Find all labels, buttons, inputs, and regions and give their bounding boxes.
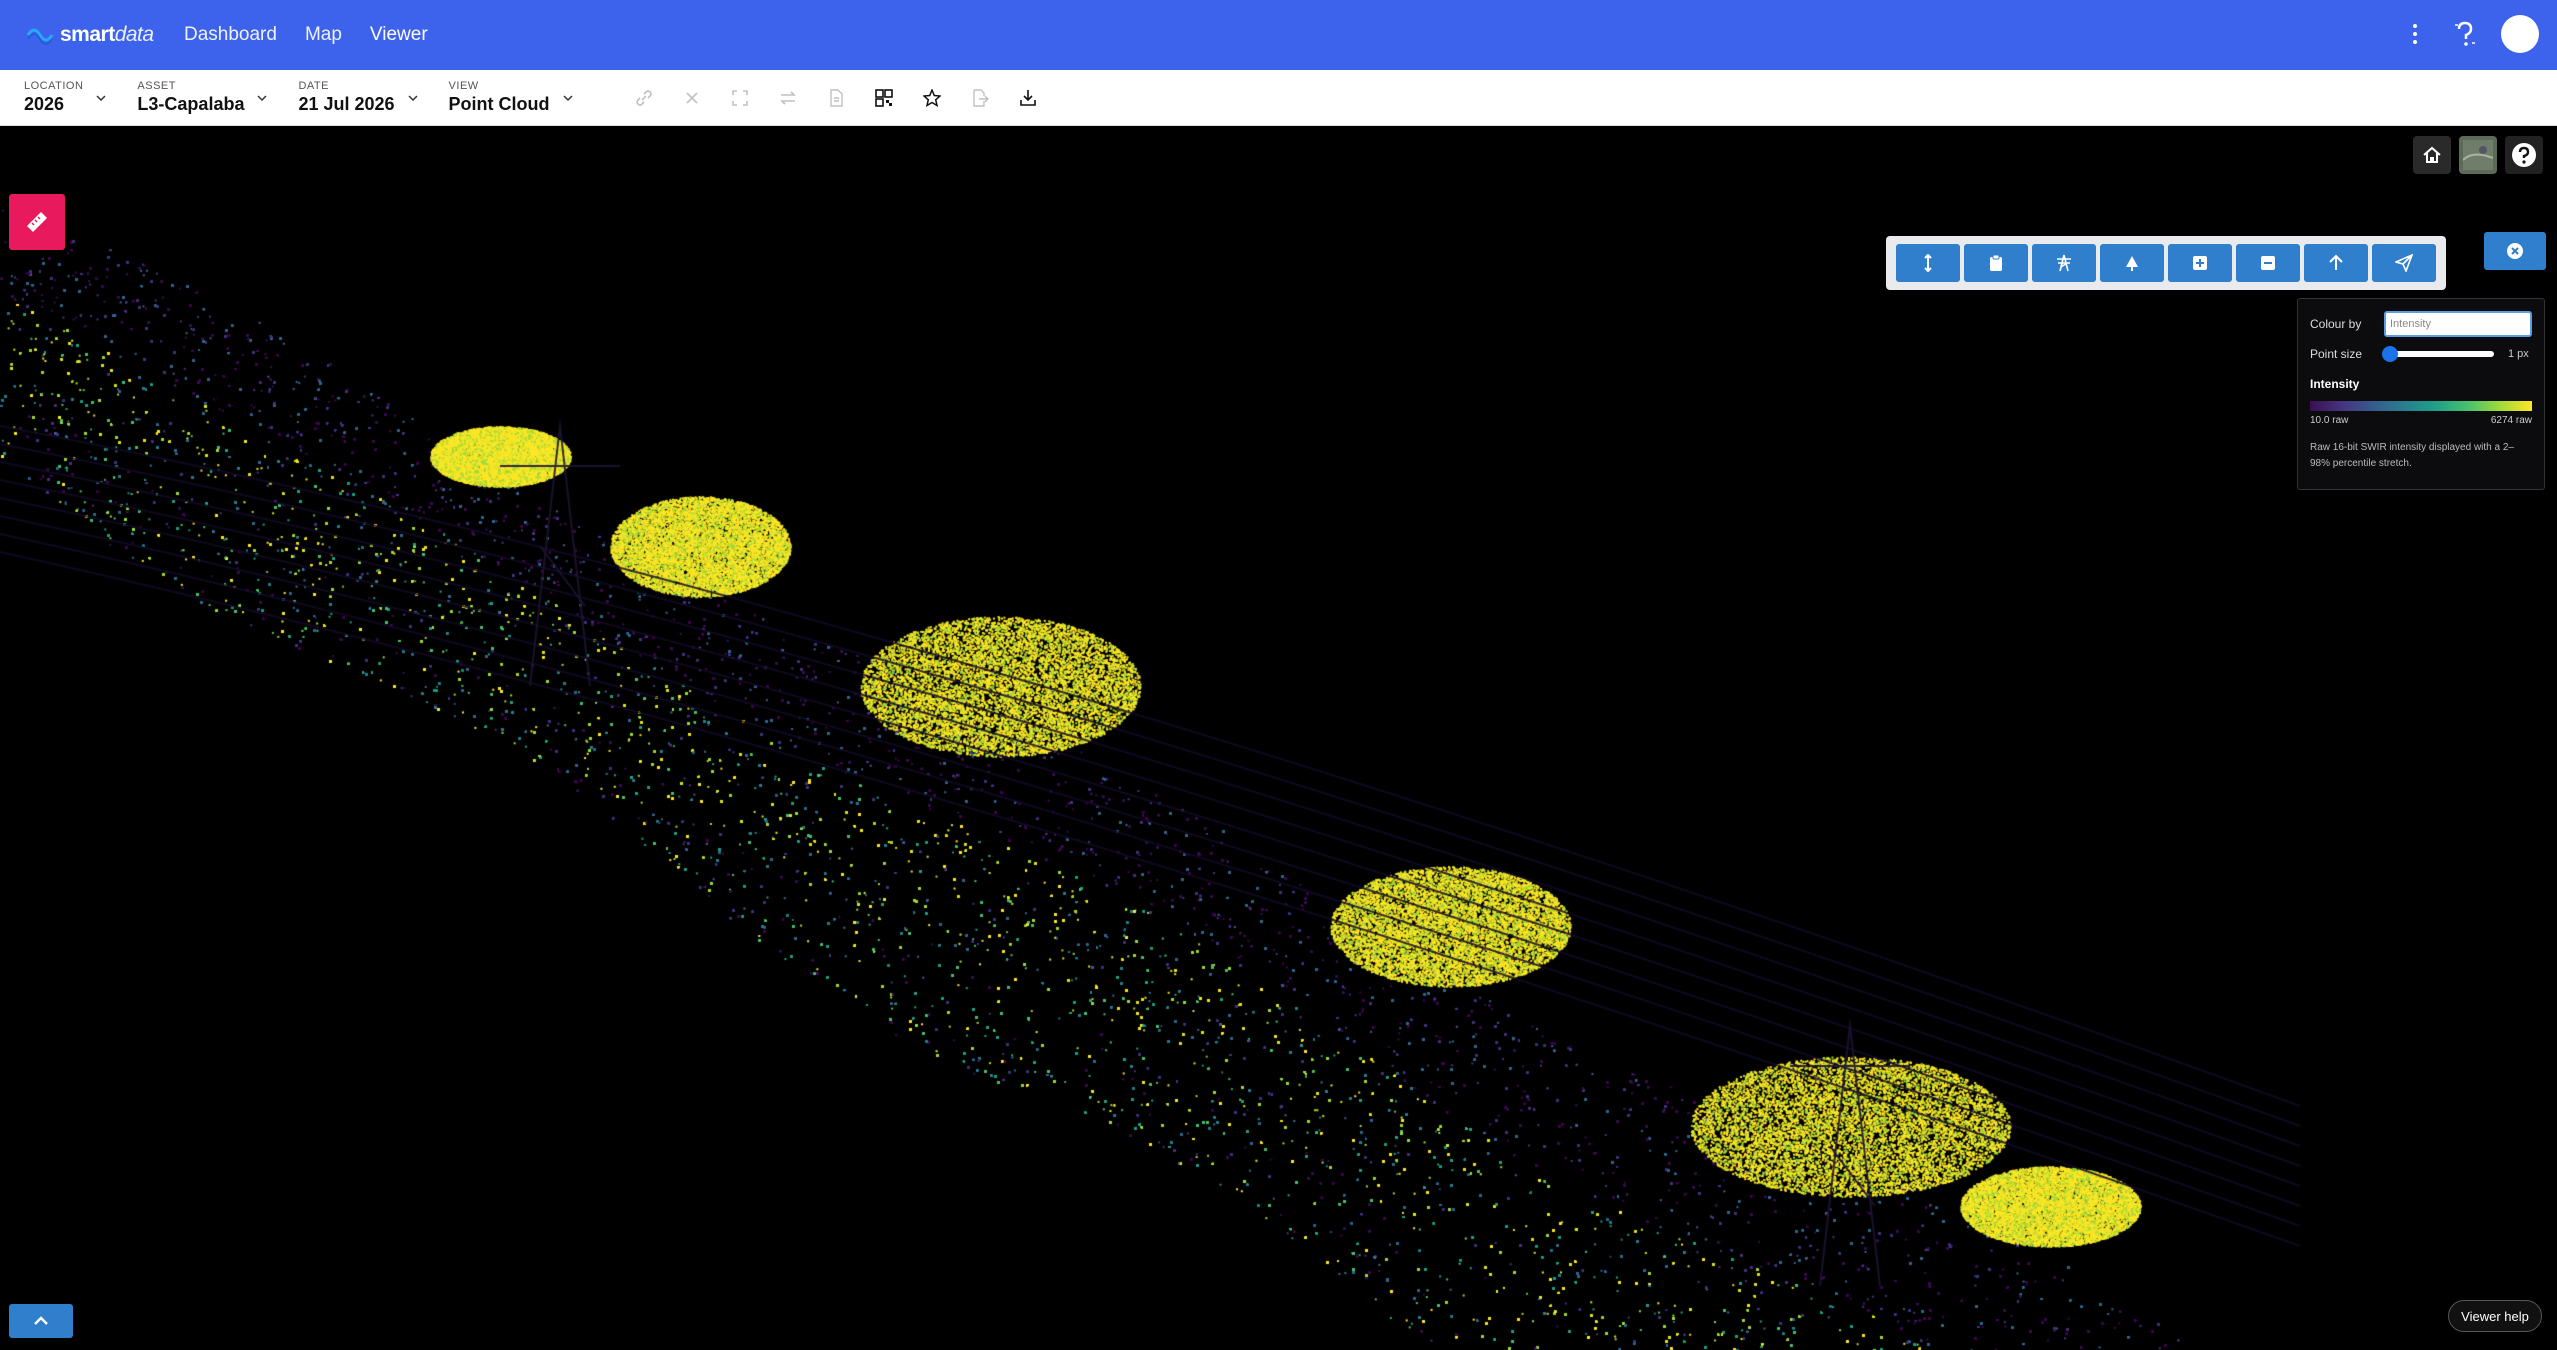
- chevron-up-icon: [34, 1316, 48, 1325]
- asset-value: L3-Capalaba: [137, 94, 245, 114]
- link-icon: [635, 89, 652, 106]
- header-tools: [620, 78, 1052, 118]
- point-cloud-canvas[interactable]: [0, 126, 2557, 1350]
- add-box-button[interactable]: [2168, 244, 2232, 282]
- basemap-toggle-button[interactable]: [2459, 136, 2497, 174]
- point-size-label: Point size: [2310, 347, 2363, 361]
- nav-viewer[interactable]: Viewer: [370, 24, 428, 46]
- app-header: smartdata Dashboard Map Viewer: [0, 0, 2557, 70]
- display-settings-panel: Colour by Intensity Point size 1 px Inte…: [2297, 298, 2545, 490]
- document-icon: [829, 88, 843, 107]
- question-circle-icon: [2512, 143, 2536, 167]
- map-thumbnail-icon: [2463, 140, 2493, 170]
- height-measure-button[interactable]: [1896, 244, 1960, 282]
- app-logo[interactable]: smartdata: [26, 23, 176, 47]
- colour-by-select[interactable]: Intensity: [2384, 311, 2532, 337]
- point-size-row: Point size 1 px: [2310, 339, 2532, 369]
- tree-icon: [2126, 256, 2138, 271]
- viewer-toolbar: [1886, 236, 2446, 290]
- logo-text: smartdata: [60, 23, 154, 46]
- chevron-down-icon: [408, 94, 418, 101]
- add-box-icon: [2193, 256, 2207, 270]
- viewer-corner-controls: [2405, 136, 2543, 174]
- viewer-help-icon-button[interactable]: [2505, 136, 2543, 174]
- ruler-icon: [27, 212, 47, 232]
- height-measure-icon: [1924, 254, 1932, 272]
- date-caption: DATE: [298, 80, 329, 92]
- report-button[interactable]: [812, 78, 860, 118]
- expand-icon: [731, 89, 748, 106]
- export-button[interactable]: [956, 78, 1004, 118]
- view-caption: VIEW: [448, 80, 479, 92]
- compare-button[interactable]: [764, 78, 812, 118]
- qr-code-icon: [874, 88, 893, 107]
- link-button[interactable]: [620, 78, 668, 118]
- export-icon: [972, 88, 989, 107]
- clipboard-button[interactable]: [1964, 244, 2028, 282]
- header-actions: [2405, 14, 2539, 54]
- fullscreen-button[interactable]: [716, 78, 764, 118]
- date-value: 21 Jul 2026: [298, 94, 395, 114]
- point-size-value: 1 px: [2508, 348, 2529, 360]
- chevron-down-icon: [96, 94, 106, 101]
- view-value: Point Cloud: [448, 94, 550, 114]
- remove-box-icon: [2261, 256, 2275, 270]
- arrow-up-button[interactable]: [2304, 244, 2368, 282]
- chevron-down-icon: [257, 94, 267, 101]
- location-select[interactable]: LOCATION 2026: [24, 70, 113, 126]
- context-bar: LOCATION 2026 ASSET L3-Capalaba DATE 21 …: [0, 70, 2557, 126]
- view-select[interactable]: VIEW Point Cloud: [449, 70, 580, 126]
- more-menu-icon[interactable]: [2405, 14, 2425, 54]
- location-caption: LOCATION: [24, 80, 84, 92]
- intensity-colour-ramp: [2310, 401, 2532, 411]
- swap-icon: [779, 90, 796, 105]
- vegetation-button[interactable]: [2100, 244, 2164, 282]
- slider-knob[interactable]: [2382, 346, 2398, 362]
- remove-box-button[interactable]: [2236, 244, 2300, 282]
- arrow-up-icon: [2329, 254, 2343, 270]
- viewer-help-button[interactable]: Viewer help: [2448, 1300, 2542, 1332]
- legend-description: Raw 16-bit SWIR intensity displayed with…: [2310, 442, 2514, 469]
- close-icon: [685, 91, 698, 104]
- expand-drawer-button[interactable]: [9, 1304, 73, 1338]
- download-icon: [1019, 89, 1036, 106]
- clipboard-icon: [1990, 254, 2002, 271]
- point-cloud-viewer[interactable]: Colour by Intensity Point size 1 px Inte…: [0, 126, 2557, 1350]
- close-circle-icon: [2507, 243, 2523, 259]
- asset-caption: ASSET: [137, 80, 176, 92]
- user-avatar[interactable]: [2501, 15, 2539, 53]
- measurement-badge[interactable]: [9, 194, 65, 250]
- clear-button[interactable]: [668, 78, 716, 118]
- download-button[interactable]: [1004, 78, 1052, 118]
- nav-map[interactable]: Map: [305, 24, 342, 46]
- main-nav: Dashboard Map Viewer: [184, 24, 456, 46]
- nav-dashboard[interactable]: Dashboard: [184, 24, 277, 46]
- star-icon: [922, 88, 941, 107]
- tower-button[interactable]: [2032, 244, 2096, 282]
- chevron-down-icon: [563, 94, 573, 101]
- colour-by-label: Colour by: [2310, 317, 2362, 331]
- logo-mark-icon: [26, 28, 54, 45]
- close-panel-button[interactable]: [2484, 232, 2546, 270]
- send-icon: [2395, 254, 2413, 272]
- date-select[interactable]: DATE 21 Jul 2026: [298, 70, 424, 126]
- point-size-slider[interactable]: [2382, 346, 2494, 362]
- legend-max: 6274 raw: [2490, 415, 2532, 426]
- tower-icon: [2057, 254, 2071, 272]
- asset-select[interactable]: ASSET L3-Capalaba: [137, 70, 274, 126]
- help-icon[interactable]: [2451, 14, 2479, 54]
- legend-range: 10.0 raw 6274 raw: [2310, 415, 2532, 426]
- colour-by-row: Colour by Intensity: [2310, 309, 2532, 339]
- legend-title: Intensity: [2310, 377, 2360, 391]
- qr-code-button[interactable]: [860, 78, 908, 118]
- legend-min: 10.0 raw: [2310, 415, 2349, 426]
- home-view-button[interactable]: [2413, 136, 2451, 174]
- send-button[interactable]: [2372, 244, 2436, 282]
- favourite-button[interactable]: [908, 78, 956, 118]
- location-value: 2026: [24, 94, 65, 114]
- home-icon: [2423, 146, 2441, 163]
